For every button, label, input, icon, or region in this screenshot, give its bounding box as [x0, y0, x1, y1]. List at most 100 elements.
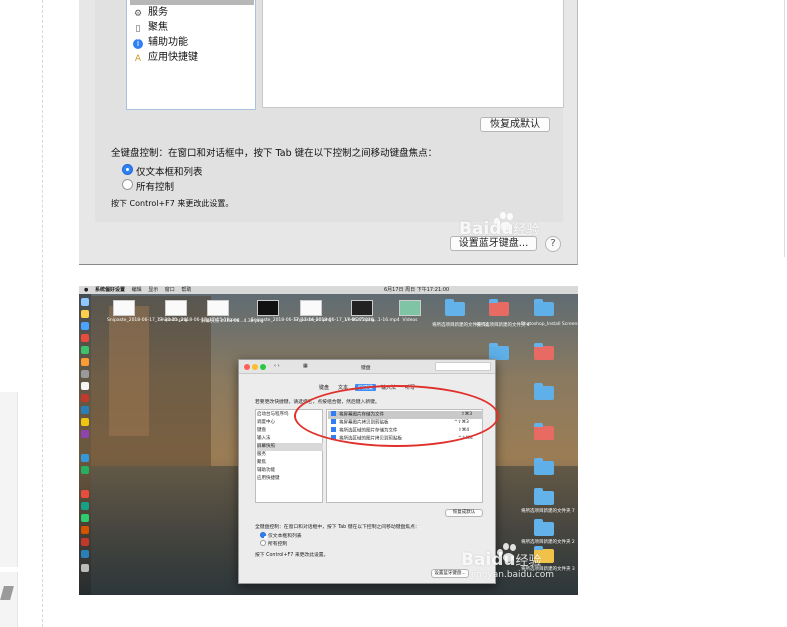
app-icon[interactable]: [81, 490, 89, 498]
folder-icon[interactable]: [534, 299, 554, 316]
desktop-file[interactable]: Snipaste_2018-06-17_17-20-21.png: [107, 300, 188, 323]
spotlight-icon: ▯: [135, 24, 141, 34]
safari-icon[interactable]: [81, 322, 89, 330]
shortcut-list: [262, 0, 564, 108]
app-icon[interactable]: [81, 334, 89, 342]
bluetooth-keyboard-button[interactable]: 设置蓝牙键盘...: [431, 569, 469, 578]
window-titlebar: ‹ › ▦ 键盘: [239, 360, 495, 374]
radio-text-lists[interactable]: [260, 532, 267, 539]
category-list: ⚙ 服务 ▯ 聚焦 i 辅助功能 A 应用快捷键: [126, 0, 256, 110]
app-icon[interactable]: [81, 418, 89, 426]
gear-icon: ⚙: [133, 9, 143, 19]
folder-label: 将所选项目新建的文件夹 10: [432, 323, 489, 328]
folder-label: 将所选项目新建的文件夹 4: [476, 323, 530, 328]
menu-item[interactable]: 窗口: [165, 287, 175, 293]
grid-icon[interactable]: ▦: [303, 363, 308, 369]
app-icon[interactable]: [81, 526, 89, 534]
baidu-watermark: Baidu经验: [459, 219, 540, 239]
radio-text-lists[interactable]: [122, 164, 133, 175]
category-spotlight[interactable]: ▯ 聚焦: [133, 21, 168, 35]
radio-all-controls[interactable]: [122, 179, 133, 190]
restore-defaults-button[interactable]: 恢复成默认: [480, 117, 550, 132]
tab-keyboard[interactable]: 键盘: [319, 384, 329, 391]
close-button[interactable]: [244, 364, 250, 370]
folder-icon[interactable]: [534, 488, 554, 505]
desktop-file[interactable]: 屏幕快照 2018-06...4.38.png: [201, 300, 264, 324]
zoom-button[interactable]: [260, 364, 266, 370]
trash-icon[interactable]: [81, 564, 89, 572]
help-icon[interactable]: ?: [545, 236, 561, 252]
sidebar-item-selected[interactable]: 屏幕快照: [257, 443, 323, 451]
desktop-file[interactable]: Snipaste_2018-06-17_17-15-18.png: [159, 300, 240, 323]
apple-icon[interactable]: ●: [84, 287, 88, 293]
menu-item[interactable]: 显示: [148, 287, 158, 293]
menu-item[interactable]: 帮助: [181, 287, 191, 293]
folder-icon[interactable]: [489, 299, 509, 316]
category-label: 服务: [148, 7, 168, 18]
category-label: 应用快捷键: [148, 52, 198, 63]
folder-icon[interactable]: [534, 458, 554, 475]
app-icon[interactable]: [81, 466, 89, 474]
folder-icon[interactable]: [489, 343, 509, 360]
radio-text-lists-label: 仅文本框和列表: [136, 167, 203, 178]
folder-icon[interactable]: [534, 519, 554, 536]
category-app-shortcuts[interactable]: A 应用快捷键: [133, 51, 198, 65]
full-keyboard-label: 全键盘控制：在窗口和对话框中，按下 Tab 键在以下控制之间移动键盘焦点：: [255, 525, 420, 530]
app-icon[interactable]: [81, 358, 89, 366]
category-services[interactable]: ⚙ 服务: [133, 6, 168, 20]
baidu-watermark-url: jingyan.baidu.com: [471, 570, 555, 580]
category-accessibility[interactable]: i 辅助功能: [133, 36, 188, 50]
desktop-screenshot: ● 系统偏好设置 编辑 显示 窗口 帮助 6月17日 周日 下午17:21:00: [79, 286, 578, 595]
launchpad-icon[interactable]: [81, 310, 89, 318]
building-shape: [109, 306, 149, 436]
app-icon[interactable]: [81, 502, 89, 510]
baidu-watermark: Baidu经验: [461, 550, 542, 570]
folder-label: Photoshop_Install Screenshot 2018-06-17 …: [521, 322, 578, 327]
control-f7-hint: 按下 Control+F7 来更改此设置。: [255, 553, 329, 558]
app-icon[interactable]: [81, 454, 89, 462]
app-icon[interactable]: [81, 538, 89, 546]
app-shortcuts-icon: A: [134, 54, 142, 64]
desktop-file[interactable]: Snipaste_2018-06-17_17-06-05.png: [294, 300, 375, 323]
dock: [79, 294, 91, 595]
back-forward-icon[interactable]: ‹ ›: [274, 363, 280, 369]
app-icon[interactable]: [81, 430, 89, 438]
folder-label: 将所选项目新建的文件夹 2: [521, 540, 575, 545]
app-icon[interactable]: [81, 550, 89, 558]
sidebar-item[interactable]: 输入法: [257, 435, 323, 443]
desktop-file[interactable]: vn-8 273016...1-16.mp4: [345, 300, 400, 323]
sidebar-item[interactable]: 服务: [257, 451, 323, 459]
right-divider: [784, 0, 785, 257]
full-keyboard-label: 全键盘控制：在窗口和对话框中，按下 Tab 键在以下控制之间移动键盘焦点：: [111, 148, 438, 159]
sidebar-item[interactable]: 辅助功能: [257, 467, 323, 475]
mac-menubar: ● 系统偏好设置 编辑 显示 窗口 帮助 6月17日 周日 下午17:21:00: [79, 286, 578, 294]
desktop-file[interactable]: Snipaste_2018-06-17_17-16-00.png: [251, 300, 332, 323]
folder-label: 将所选项目新建的文件夹 7: [521, 509, 575, 514]
menu-item[interactable]: 系统偏好设置: [95, 287, 125, 293]
folder-icon[interactable]: [534, 343, 554, 360]
folder-icon[interactable]: [445, 299, 465, 316]
restore-defaults-button[interactable]: 恢复成默认: [445, 509, 483, 517]
shortcuts-pane: ⚙ 服务 ▯ 聚焦 i 辅助功能 A 应用快捷键 恢复成默认 全键盘控制：在窗口和对话框…: [95, 0, 564, 222]
search-field[interactable]: [435, 362, 491, 371]
messages-icon[interactable]: [81, 346, 89, 354]
menu-item[interactable]: 编辑: [132, 287, 142, 293]
desktop-file[interactable]: Videos: [393, 300, 427, 323]
folder-icon[interactable]: [534, 383, 554, 400]
menubar-clock: 6月17日 周日 下午17:21:00: [384, 287, 450, 293]
minimize-button[interactable]: [252, 364, 258, 370]
folder-icon[interactable]: [534, 423, 554, 440]
accessibility-icon: i: [133, 39, 143, 49]
keyboard-shortcuts-screenshot: ⚙ 服务 ▯ 聚焦 i 辅助功能 A 应用快捷键 恢复成默认 全键盘控制：在窗口和对话框…: [79, 0, 578, 265]
app-icon[interactable]: [81, 514, 89, 522]
app-icon[interactable]: [81, 394, 89, 402]
sidebar-item[interactable]: 聚焦: [257, 459, 323, 467]
radio-all-controls[interactable]: [260, 540, 266, 546]
radio-text-lists-label: 仅文本框和列表: [268, 534, 302, 539]
app-icon[interactable]: [81, 406, 89, 414]
app-icon[interactable]: [81, 370, 89, 378]
app-icon[interactable]: [81, 382, 89, 390]
finder-icon[interactable]: [81, 298, 89, 306]
selected-row-highlight: [130, 0, 254, 5]
sidebar-item[interactable]: 应用快捷键: [257, 475, 323, 483]
